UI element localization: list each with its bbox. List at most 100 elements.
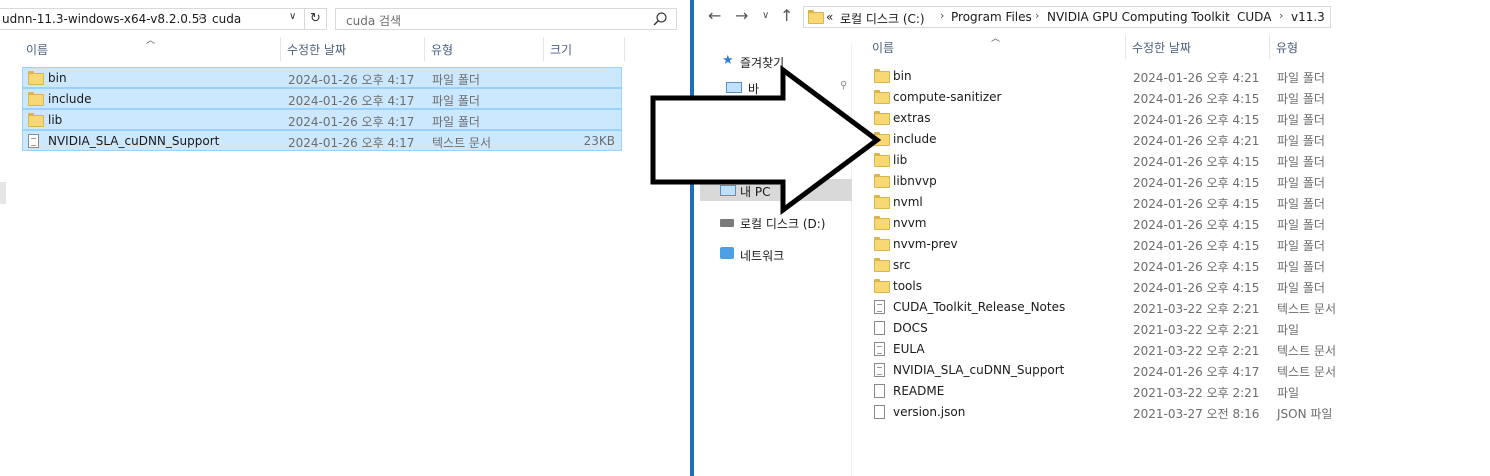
address-segment[interactable]: v11.3 bbox=[1291, 10, 1325, 24]
item-name: NVIDIA_SLA_cuDNN_Support bbox=[48, 134, 220, 148]
column-type[interactable]: 유형 bbox=[1276, 39, 1298, 56]
item-type: 파일 bbox=[1277, 323, 1300, 337]
list-item[interactable]: libnvvp 2024-01-26 오후 4:15 파일 폴더 bbox=[870, 171, 1470, 192]
item-name: README bbox=[893, 384, 945, 398]
column-divider[interactable] bbox=[1269, 35, 1270, 59]
sort-ascending-icon: ︿ bbox=[991, 34, 1001, 44]
file-icon bbox=[874, 321, 885, 335]
column-date[interactable]: 수정한 날짜 bbox=[287, 41, 346, 58]
item-date: 2024-01-26 오후 4:15 bbox=[1133, 218, 1260, 232]
list-item[interactable]: README 2021-03-22 오후 2:21 파일 bbox=[870, 381, 1470, 402]
item-date: 2021-03-27 오전 8:16 bbox=[1133, 407, 1260, 421]
back-arrow-icon[interactable]: ← bbox=[708, 6, 721, 25]
list-item[interactable]: nvvm 2024-01-26 오후 4:15 파일 폴더 bbox=[870, 213, 1470, 234]
item-name: DOCS bbox=[893, 321, 928, 335]
item-date: 2024-01-26 오후 4:17 bbox=[288, 136, 415, 150]
item-date: 2024-01-26 오후 4:17 bbox=[288, 94, 415, 108]
item-name: version.json bbox=[893, 405, 966, 419]
list-item[interactable]: extras 2024-01-26 오후 4:15 파일 폴더 bbox=[870, 108, 1470, 129]
right-address-bar[interactable]: « 로컬 디스크 (C:) › Program Files › NVIDIA G… bbox=[803, 6, 1331, 28]
list-item[interactable]: lib 2024-01-26 오후 4:15 파일 폴더 bbox=[870, 150, 1470, 171]
list-item[interactable]: nvml 2024-01-26 오후 4:15 파일 폴더 bbox=[870, 192, 1470, 213]
search-icon bbox=[653, 12, 667, 26]
item-type: 파일 폴더 bbox=[1277, 260, 1325, 274]
left-address-bar[interactable]: udnn-11.3-windows-x64-v8.2.0.53 › cuda ∨ bbox=[0, 8, 305, 30]
address-segment[interactable]: CUDA bbox=[1237, 10, 1271, 24]
left-explorer-window: udnn-11.3-windows-x64-v8.2.0.53 › cuda ∨… bbox=[0, 0, 690, 476]
list-item[interactable]: bin 2024-01-26 오후 4:17 파일 폴더 bbox=[22, 67, 622, 88]
list-item[interactable]: CUDA_Toolkit_Release_Notes 2021-03-22 오후 … bbox=[870, 297, 1470, 318]
right-column-header: ︿ 이름 수정한 날짜 유형 bbox=[855, 34, 1490, 59]
list-item[interactable]: tools 2024-01-26 오후 4:15 파일 폴더 bbox=[870, 276, 1470, 297]
item-type: 파일 폴더 bbox=[1277, 176, 1325, 190]
text-file-icon bbox=[874, 363, 885, 377]
column-name[interactable]: 이름 bbox=[872, 39, 894, 56]
address-segment[interactable]: udnn-11.3-windows-x64-v8.2.0.53 bbox=[2, 12, 207, 26]
item-name: src bbox=[893, 258, 911, 272]
item-type: 파일 폴더 bbox=[1277, 281, 1325, 295]
list-item[interactable]: bin 2024-01-26 오후 4:21 파일 폴더 bbox=[870, 66, 1470, 87]
item-type: 파일 폴더 bbox=[1277, 197, 1325, 211]
address-overflow[interactable]: « bbox=[826, 10, 833, 24]
list-item[interactable]: version.json 2021-03-27 오전 8:16 JSON 파일 bbox=[870, 402, 1470, 423]
breadcrumb-separator-icon[interactable]: › bbox=[1225, 9, 1229, 22]
column-size[interactable]: 크기 bbox=[550, 41, 572, 58]
item-name: tools bbox=[893, 279, 922, 293]
item-type: JSON 파일 bbox=[1277, 407, 1333, 421]
item-type: 파일 폴더 bbox=[1277, 71, 1325, 85]
column-name[interactable]: 이름 bbox=[26, 41, 48, 58]
refresh-button[interactable]: ↻ bbox=[305, 8, 327, 30]
text-file-icon bbox=[874, 300, 885, 314]
address-dropdown-icon[interactable]: ∨ bbox=[289, 11, 296, 22]
list-item[interactable]: nvvm-prev 2024-01-26 오후 4:15 파일 폴더 bbox=[870, 234, 1470, 255]
address-segment[interactable]: 로컬 디스크 (C:) bbox=[840, 10, 925, 27]
item-type: 텍스트 문서 bbox=[1277, 302, 1337, 316]
breadcrumb-separator-icon[interactable]: › bbox=[940, 9, 944, 22]
item-date: 2024-01-26 오후 4:15 bbox=[1133, 176, 1260, 190]
list-item[interactable]: EULA 2021-03-22 오후 2:21 텍스트 문서 bbox=[870, 339, 1470, 360]
column-divider[interactable] bbox=[624, 37, 625, 61]
search-placeholder: cuda 검색 bbox=[346, 14, 402, 28]
item-date: 2021-03-22 오후 2:21 bbox=[1133, 386, 1260, 400]
column-divider[interactable] bbox=[280, 37, 281, 61]
column-divider[interactable] bbox=[424, 37, 425, 61]
column-divider[interactable] bbox=[543, 37, 544, 61]
column-date[interactable]: 수정한 날짜 bbox=[1132, 39, 1191, 56]
list-item[interactable]: NVIDIA_SLA_cuDNN_Support 2024-01-26 오후 4… bbox=[22, 130, 622, 151]
item-name: lib bbox=[893, 153, 908, 167]
breadcrumb-separator-icon[interactable]: › bbox=[1279, 9, 1283, 22]
list-item[interactable]: DOCS 2021-03-22 오후 2:21 파일 bbox=[870, 318, 1470, 339]
forward-arrow-icon[interactable]: → bbox=[735, 6, 748, 25]
breadcrumb-separator-icon[interactable]: › bbox=[198, 11, 202, 24]
item-date: 2024-01-26 오후 4:17 bbox=[288, 73, 415, 87]
item-name: CUDA_Toolkit_Release_Notes bbox=[893, 300, 1066, 314]
address-segment[interactable]: NVIDIA GPU Computing Toolkit bbox=[1047, 10, 1230, 24]
list-item[interactable]: NVIDIA_SLA_cuDNN_Support 2024-01-26 오후 4:… bbox=[870, 360, 1470, 381]
up-arrow-icon[interactable]: ↑ bbox=[780, 6, 793, 25]
search-input[interactable]: cuda 검색 bbox=[335, 8, 677, 30]
column-type[interactable]: 유형 bbox=[431, 41, 453, 58]
column-divider[interactable] bbox=[1125, 35, 1126, 59]
sort-ascending-icon: ︿ bbox=[146, 36, 156, 46]
list-item[interactable]: compute-sanitizer 2024-01-26 오후 4:15 파일 폴더 bbox=[870, 87, 1470, 108]
item-name: NVIDIA_SLA_cuDNN_Support bbox=[893, 363, 1065, 377]
item-name: bin bbox=[893, 69, 912, 83]
recent-locations-icon[interactable]: ∨ bbox=[762, 10, 769, 21]
list-item[interactable]: src 2024-01-26 오후 4:15 파일 폴더 bbox=[870, 255, 1470, 276]
item-name: include bbox=[893, 132, 937, 146]
item-date: 2024-01-26 오후 4:21 bbox=[1133, 134, 1260, 148]
list-item[interactable]: include 2024-01-26 오후 4:21 파일 폴더 bbox=[870, 129, 1470, 150]
list-item[interactable]: lib 2024-01-26 오후 4:17 파일 폴더 bbox=[22, 109, 622, 130]
list-item[interactable]: include 2024-01-26 오후 4:17 파일 폴더 bbox=[22, 88, 622, 109]
item-date: 2024-01-26 오후 4:15 bbox=[1133, 239, 1260, 253]
left-nav-scroll-thumb[interactable] bbox=[0, 182, 6, 204]
item-type: 텍스트 문서 bbox=[432, 136, 492, 150]
breadcrumb-separator-icon[interactable]: › bbox=[1035, 9, 1039, 22]
item-type: 파일 폴더 bbox=[1277, 239, 1325, 253]
item-name: nvvm bbox=[893, 216, 927, 230]
item-name: lib bbox=[48, 113, 63, 127]
address-segment[interactable]: Program Files bbox=[951, 10, 1032, 24]
item-type: 파일 폴더 bbox=[1277, 218, 1325, 232]
address-segment[interactable]: cuda bbox=[212, 12, 241, 26]
folder-icon bbox=[28, 113, 44, 127]
